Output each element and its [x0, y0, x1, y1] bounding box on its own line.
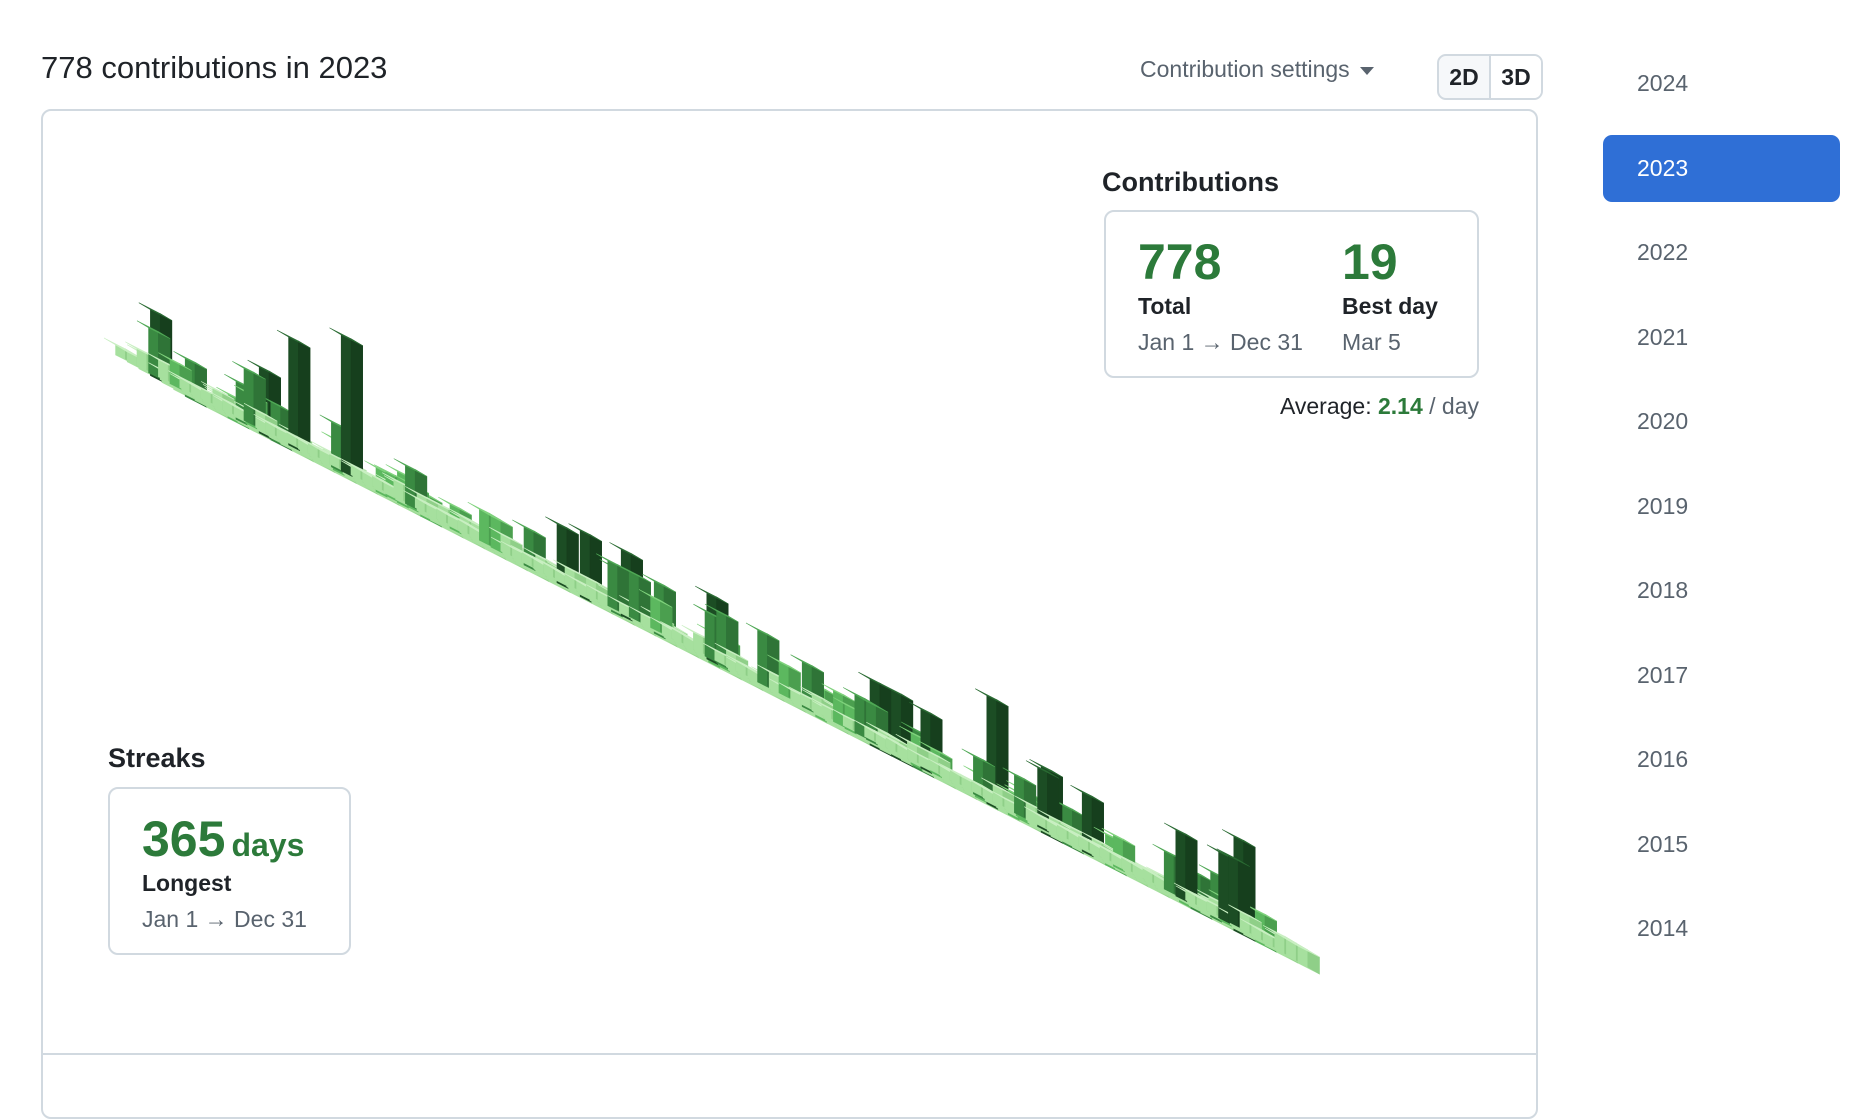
year-2023[interactable]: 2023: [1603, 134, 1840, 202]
average-label: Average:: [1279, 393, 1372, 419]
streak-range: Jan 1 → Dec 31: [142, 906, 307, 932]
year-2022[interactable]: 2022: [1603, 219, 1840, 286]
year-2021[interactable]: 2021: [1603, 304, 1840, 371]
contribution-graph-card: Contributions 778 Total Jan 1 → Dec 31 1…: [41, 109, 1538, 1119]
contribution-settings-dropdown[interactable]: Contribution settings: [1140, 56, 1374, 83]
streak-label: Longest: [142, 870, 232, 896]
toggle-2d-button[interactable]: 2D: [1439, 56, 1489, 98]
streaks-title: Streaks: [108, 743, 206, 773]
toggle-3d-button[interactable]: 3D: [1489, 56, 1541, 98]
total-value: 778: [1138, 234, 1222, 290]
year-2018[interactable]: 2018: [1603, 557, 1840, 624]
year-2020[interactable]: 2020: [1603, 388, 1840, 455]
average-value: 2.14: [1377, 393, 1423, 419]
average-unit: / day: [1429, 393, 1479, 419]
contribution-settings-label: Contribution settings: [1140, 56, 1350, 82]
caret-down-icon: [1359, 66, 1374, 75]
view-toggle: 2D 3D: [1437, 54, 1543, 100]
best-day-label: Best day: [1342, 293, 1438, 319]
total-label: Total: [1138, 293, 1192, 319]
streaks-box: 365 days Longest Jan 1 → Dec 31: [108, 787, 351, 955]
year-2019[interactable]: 2019: [1603, 473, 1840, 540]
year-2016[interactable]: 2016: [1603, 726, 1840, 793]
streak-number: 365: [142, 811, 226, 867]
best-day-value: 19: [1342, 234, 1398, 290]
streak-unit: days: [231, 827, 305, 863]
total-range: Jan 1 → Dec 31: [1138, 329, 1303, 355]
card-divider: [43, 1053, 1536, 1055]
contributions-title: Contributions: [1102, 167, 1279, 197]
year-2014[interactable]: 2014: [1603, 895, 1840, 962]
streak-value: 365 days: [142, 814, 304, 864]
best-day-date: Mar 5: [1342, 329, 1401, 355]
average-line: Average: 2.14 / day: [1280, 393, 1479, 420]
year-2015[interactable]: 2015: [1603, 811, 1840, 878]
year-2024[interactable]: 2024: [1603, 50, 1840, 117]
page-title: 778 contributions in 2023: [41, 50, 388, 85]
contributions-box: 778 Total Jan 1 → Dec 31 19 Best day Mar…: [1104, 210, 1479, 378]
year-2017[interactable]: 2017: [1603, 642, 1840, 709]
